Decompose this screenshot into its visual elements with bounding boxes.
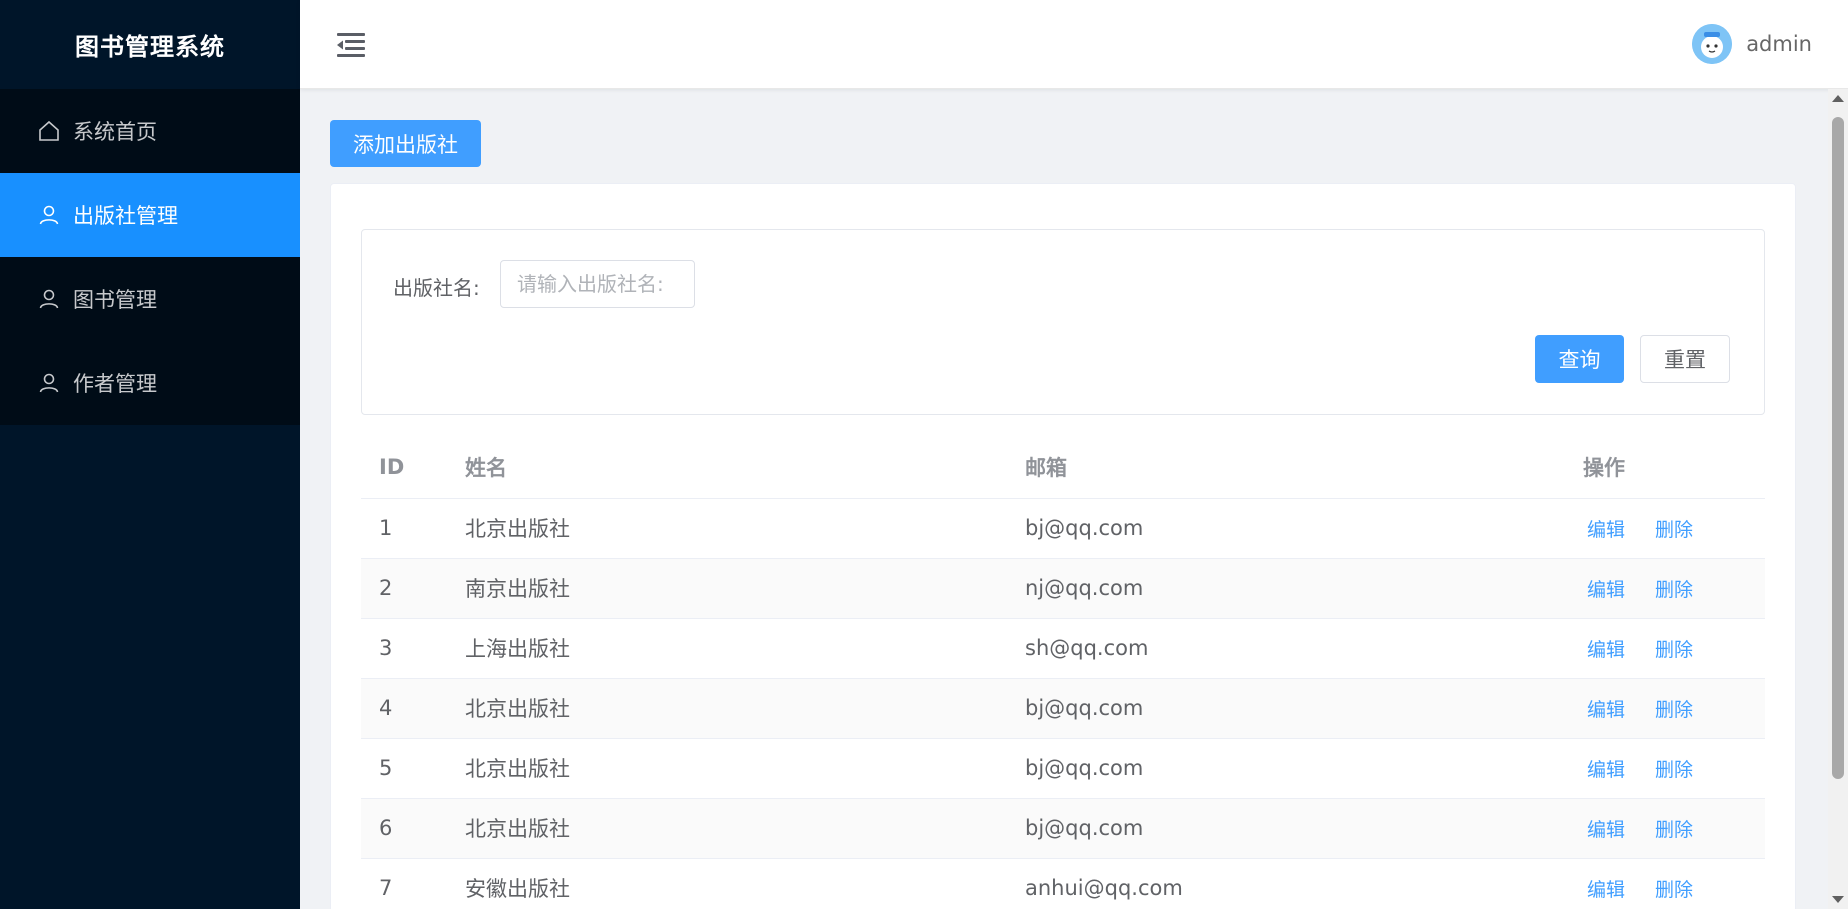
cell-actions: 编辑 删除 — [1583, 678, 1765, 739]
vertical-scrollbar[interactable] — [1828, 89, 1848, 909]
username: admin — [1746, 32, 1812, 56]
query-button[interactable]: 查询 — [1535, 335, 1624, 383]
cell-id: 7 — [361, 858, 465, 909]
edit-link[interactable]: 编辑 — [1587, 639, 1625, 661]
main-content: 添加出版社 出版社名: 查询 重置 ID 姓名 邮箱 操作 1 北京出版社 — [300, 89, 1828, 909]
table-row: 4 北京出版社 bj@qq.com 编辑 删除 — [361, 678, 1765, 739]
reset-button[interactable]: 重置 — [1640, 335, 1730, 383]
cell-name: 北京出版社 — [465, 798, 1025, 859]
cell-actions: 编辑 删除 — [1583, 618, 1765, 679]
publisher-table: ID 姓名 邮箱 操作 1 北京出版社 bj@qq.com 编辑 删除 2 南京… — [361, 436, 1765, 909]
scroll-up-icon[interactable] — [1832, 95, 1844, 102]
table-row: 1 北京出版社 bj@qq.com 编辑 删除 — [361, 498, 1765, 559]
edit-link[interactable]: 编辑 — [1587, 699, 1625, 721]
cell-name: 北京出版社 — [465, 498, 1025, 559]
cell-name: 上海出版社 — [465, 618, 1025, 679]
menu-fold-icon[interactable] — [336, 30, 366, 60]
edit-link[interactable]: 编辑 — [1587, 759, 1625, 781]
cell-name: 北京出版社 — [465, 738, 1025, 799]
cell-id: 5 — [361, 738, 465, 799]
scrollbar-thumb[interactable] — [1832, 117, 1844, 779]
cell-id: 1 — [361, 498, 465, 559]
user-icon — [37, 287, 61, 311]
cell-email: nj@qq.com — [1025, 558, 1583, 619]
table-row: 2 南京出版社 nj@qq.com 编辑 删除 — [361, 558, 1765, 619]
sidebar-item-authors[interactable]: 作者管理 — [0, 341, 300, 425]
top-header: admin — [300, 0, 1848, 89]
edit-link[interactable]: 编辑 — [1587, 519, 1625, 541]
search-form: 出版社名: 查询 重置 — [361, 229, 1765, 415]
delete-link[interactable]: 删除 — [1655, 819, 1693, 841]
sidebar-item-label: 图书管理 — [73, 288, 157, 312]
edit-link[interactable]: 编辑 — [1587, 879, 1625, 901]
cell-actions: 编辑 删除 — [1583, 738, 1765, 799]
column-header-id: ID — [361, 436, 465, 499]
cell-actions: 编辑 删除 — [1583, 558, 1765, 619]
edit-link[interactable]: 编辑 — [1587, 819, 1625, 841]
sidebar-item-books[interactable]: 图书管理 — [0, 257, 300, 341]
table-header-row: ID 姓名 邮箱 操作 — [361, 436, 1765, 499]
cell-email: anhui@qq.com — [1025, 858, 1583, 909]
edit-link[interactable]: 编辑 — [1587, 579, 1625, 601]
cell-email: bj@qq.com — [1025, 678, 1583, 739]
cell-email: sh@qq.com — [1025, 618, 1583, 679]
home-icon — [37, 119, 61, 143]
sidebar-item-publisher[interactable]: 出版社管理 — [0, 173, 300, 257]
table-row: 3 上海出版社 sh@qq.com 编辑 删除 — [361, 618, 1765, 679]
cell-name: 北京出版社 — [465, 678, 1025, 739]
delete-link[interactable]: 删除 — [1655, 639, 1693, 661]
table-row: 5 北京出版社 bj@qq.com 编辑 删除 — [361, 738, 1765, 799]
cell-id: 3 — [361, 618, 465, 679]
cell-id: 2 — [361, 558, 465, 619]
cell-actions: 编辑 删除 — [1583, 798, 1765, 859]
cell-email: bj@qq.com — [1025, 498, 1583, 559]
search-label: 出版社名: — [393, 276, 480, 300]
table-row: 7 安徽出版社 anhui@qq.com 编辑 删除 — [361, 858, 1765, 909]
delete-link[interactable]: 删除 — [1655, 519, 1693, 541]
publisher-name-input[interactable] — [500, 260, 695, 308]
column-header-email: 邮箱 — [1025, 436, 1583, 499]
avatar — [1692, 24, 1733, 64]
user-icon — [37, 203, 61, 227]
column-header-name: 姓名 — [465, 436, 1025, 499]
cell-name: 南京出版社 — [465, 558, 1025, 619]
delete-link[interactable]: 删除 — [1655, 579, 1693, 601]
cell-email: bj@qq.com — [1025, 798, 1583, 859]
add-publisher-button[interactable]: 添加出版社 — [330, 120, 481, 167]
cell-email: bj@qq.com — [1025, 738, 1583, 799]
user-menu[interactable]: admin — [1692, 22, 1812, 66]
sidebar-item-label: 出版社管理 — [73, 204, 178, 228]
scroll-down-icon[interactable] — [1832, 896, 1844, 903]
cell-actions: 编辑 删除 — [1583, 498, 1765, 559]
sidebar-item-label: 作者管理 — [73, 372, 157, 396]
sidebar: 图书管理系统 系统首页 出版社管理 图书管理 作者管理 — [0, 0, 300, 909]
cell-id: 4 — [361, 678, 465, 739]
cell-name: 安徽出版社 — [465, 858, 1025, 909]
sidebar-item-label: 系统首页 — [73, 120, 157, 144]
table-row: 6 北京出版社 bj@qq.com 编辑 删除 — [361, 798, 1765, 859]
cell-actions: 编辑 删除 — [1583, 858, 1765, 909]
app-title: 图书管理系统 — [75, 33, 225, 61]
delete-link[interactable]: 删除 — [1655, 759, 1693, 781]
sidebar-item-home[interactable]: 系统首页 — [0, 89, 300, 173]
user-icon — [37, 371, 61, 395]
column-header-actions: 操作 — [1583, 436, 1765, 499]
sidebar-menu: 系统首页 出版社管理 图书管理 作者管理 — [0, 89, 300, 425]
content-card: 出版社名: 查询 重置 ID 姓名 邮箱 操作 1 北京出版社 bj@qq.co… — [330, 183, 1796, 909]
cell-id: 6 — [361, 798, 465, 859]
delete-link[interactable]: 删除 — [1655, 879, 1693, 901]
delete-link[interactable]: 删除 — [1655, 699, 1693, 721]
